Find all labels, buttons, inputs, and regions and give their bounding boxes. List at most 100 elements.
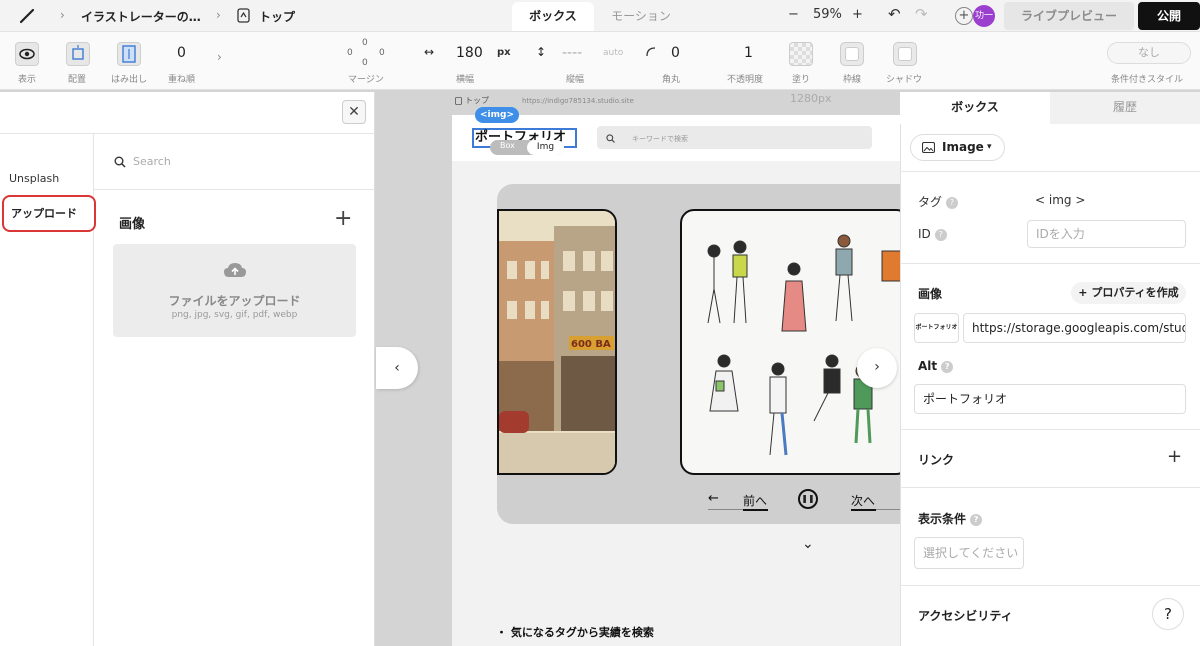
help-icon[interactable]: ? — [941, 360, 954, 373]
asset-search-input[interactable]: Search — [133, 155, 171, 168]
image-section-label: 画像 — [918, 287, 943, 301]
chevron-right-icon[interactable]: › — [217, 50, 222, 64]
element-type-select[interactable]: Image ▾ — [910, 134, 1005, 161]
canvas-width-indicator: 1280px — [790, 92, 832, 105]
shadow-swatch[interactable] — [893, 42, 917, 66]
help-button[interactable]: ? — [1152, 598, 1184, 630]
tab-history[interactable]: 履歴 — [1050, 92, 1200, 124]
overflow-toggle[interactable] — [117, 42, 141, 66]
source-upload[interactable]: アップロード — [2, 195, 96, 232]
top-bar: › イラストレーターの… › トップ ボックス モーション − 59% + ↶ … — [0, 0, 1200, 32]
alt-input[interactable]: ポートフォリオ — [914, 384, 1186, 414]
tab-box[interactable]: ボックス — [512, 2, 594, 31]
height-value[interactable]: ---- — [562, 45, 582, 61]
help-icon[interactable]: ? — [934, 228, 947, 241]
search-icon — [114, 156, 126, 168]
zoom-in-button[interactable]: + — [852, 7, 863, 22]
display-label: 表示 — [18, 75, 37, 85]
add-link-button[interactable]: + — [1167, 446, 1182, 467]
add-property-button[interactable]: + プロパティを作成 — [1071, 282, 1186, 304]
close-icon: ✕ — [348, 104, 360, 120]
margin-top[interactable]: 0 — [362, 38, 368, 48]
image-thumbnail[interactable]: ポートフォリオ — [914, 313, 959, 343]
carousel-next-button[interactable]: 次へ — [851, 492, 875, 509]
conditional-style-select[interactable]: なし — [1107, 42, 1191, 64]
layout-box-icon — [72, 45, 84, 60]
breadcrumb-img[interactable]: Img — [527, 140, 564, 155]
tag-value[interactable]: < img > — [1035, 193, 1085, 207]
margin-bottom[interactable]: 0 — [362, 58, 368, 68]
tag-label: タグ? — [918, 193, 959, 210]
cloud-upload-icon — [224, 263, 246, 277]
upload-title: ファイルをアップロード — [168, 294, 301, 308]
margin-left[interactable]: 0 — [347, 48, 353, 58]
condition-select[interactable]: 選択してください — [914, 537, 1024, 569]
page-name[interactable]: トップ — [259, 8, 295, 25]
margin-label: マージン — [348, 75, 384, 85]
fill-swatch[interactable] — [789, 42, 813, 66]
shadow-label: シャドウ — [886, 75, 923, 85]
close-panel-button[interactable]: ✕ — [342, 100, 366, 124]
undo-icon[interactable]: ↶ — [888, 5, 901, 23]
zoom-level[interactable]: 59% — [813, 7, 842, 22]
accessibility-label: アクセシビリティ — [918, 609, 1013, 623]
selected-element-tag: <img> — [475, 107, 519, 123]
margin-right[interactable]: 0 — [379, 48, 385, 58]
images-heading: 画像 — [119, 217, 146, 232]
image-icon — [922, 142, 935, 153]
project-name[interactable]: イラストレーターの… — [81, 8, 201, 25]
conditional-style-label: 条件付きスタイル — [1111, 75, 1184, 85]
help-icon[interactable]: ? — [946, 196, 959, 209]
eye-icon — [19, 48, 35, 60]
corner-radius-icon — [646, 47, 656, 57]
carousel-slide-street[interactable]: 600 BA — [497, 209, 617, 475]
add-collaborator-button[interactable]: + — [955, 7, 973, 25]
redo-icon[interactable]: ↷ — [915, 5, 928, 23]
carousel-prev-arrow[interactable]: ‹ — [376, 347, 418, 389]
opacity-label: 不透明度 — [727, 75, 764, 85]
arrow-left-icon[interactable]: ← — [708, 491, 719, 506]
height-unit[interactable]: auto — [603, 48, 623, 58]
fill-label: 塗り — [792, 75, 811, 85]
divider — [900, 263, 1200, 264]
height-label: 縦幅 — [566, 75, 585, 85]
canvas-page-label: トップ — [465, 96, 489, 105]
tab-motion[interactable]: モーション — [596, 2, 686, 31]
zindex-value[interactable]: 0 — [177, 45, 186, 61]
page-icon — [455, 97, 462, 105]
layout-toggle[interactable] — [66, 42, 90, 66]
border-swatch[interactable] — [840, 42, 864, 66]
source-unsplash[interactable]: Unsplash — [9, 172, 59, 185]
width-value[interactable]: 180 — [456, 45, 483, 61]
live-preview-button[interactable]: ライブプレビュー — [1004, 2, 1134, 30]
avatar[interactable]: 功一 — [973, 5, 995, 27]
image-url-input[interactable]: https://storage.googleapis.com/studio-c — [963, 313, 1186, 343]
carousel-prev-button[interactable]: 前へ — [743, 492, 767, 509]
element-type-value: Image — [942, 140, 984, 154]
radius-value[interactable]: 0 — [671, 45, 680, 61]
tab-box-properties[interactable]: ボックス — [900, 92, 1050, 124]
width-unit[interactable]: px — [497, 47, 511, 58]
condition-label: 表示条件? — [918, 510, 983, 527]
pen-tool-icon[interactable] — [19, 8, 35, 24]
breadcrumb-box[interactable]: Box — [500, 141, 515, 150]
upload-dropzone[interactable]: ファイルをアップロード png, jpg, svg, gif, pdf, web… — [113, 244, 356, 337]
id-input[interactable]: IDを入力 — [1027, 220, 1186, 248]
divider — [900, 171, 1200, 172]
carousel-slide-people[interactable] — [680, 209, 900, 475]
height-arrow-icon: ↕ — [536, 45, 547, 59]
opacity-value[interactable]: 1 — [744, 45, 753, 61]
zoom-out-button[interactable]: − — [788, 7, 799, 22]
carousel-pause-button[interactable]: ❚❚ — [798, 489, 818, 509]
width-label: 横幅 — [456, 75, 475, 85]
publish-button[interactable]: 公開 — [1138, 2, 1200, 30]
add-image-button[interactable]: + — [334, 207, 352, 231]
chevron-down-icon[interactable]: ⌄ — [802, 536, 814, 552]
carousel-next-arrow[interactable]: › — [857, 348, 897, 388]
help-icon[interactable]: ? — [970, 513, 983, 526]
radius-label: 角丸 — [662, 75, 681, 85]
display-toggle[interactable] — [15, 42, 39, 66]
style-toolbar: 表示 配置 はみ出し 0 重ね順 › 0 0 0 0 マージン ↔ 180 px… — [0, 32, 1200, 90]
id-label: ID? — [918, 227, 947, 241]
people-illustration — [707, 234, 900, 456]
